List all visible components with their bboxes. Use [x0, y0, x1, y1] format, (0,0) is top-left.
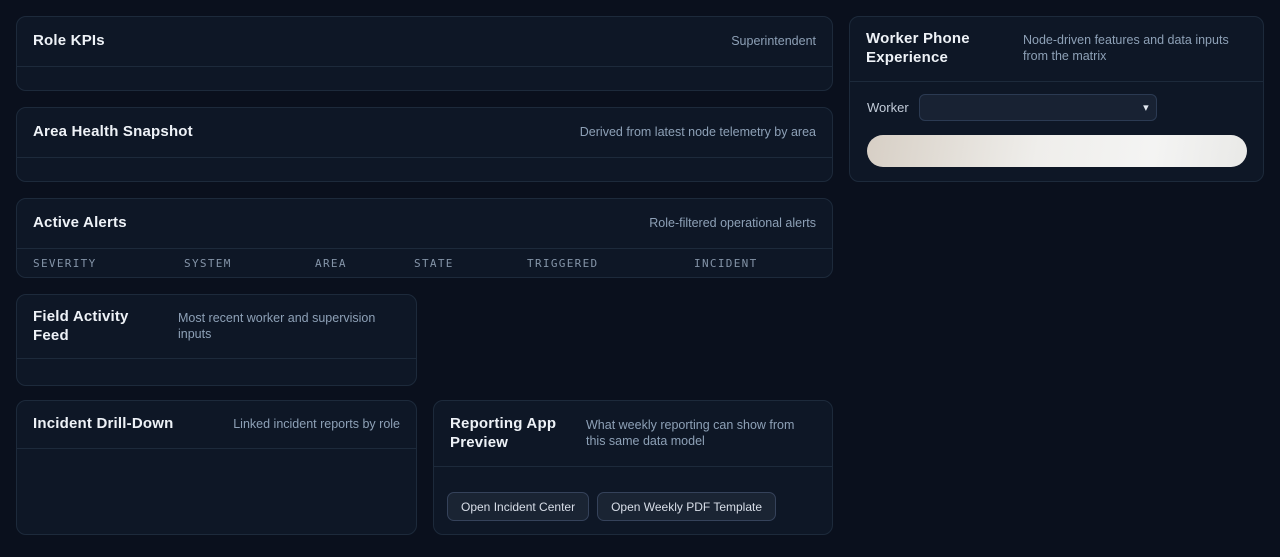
reporting-preview-card: Reporting App Preview What weekly report… [433, 400, 833, 535]
alerts-table-header-row: SEVERITY SYSTEM AREA STATE TRIGGERED INC… [17, 249, 832, 278]
role-kpis-card: Role KPIs Superintendent [16, 16, 833, 91]
worker-select-control[interactable] [918, 94, 1157, 121]
field-activity-header: Field Activity Feed Most recent worker a… [17, 295, 416, 359]
worker-phone-subtitle: Node-driven features and data inputs fro… [1023, 33, 1229, 63]
area-health-title: Area Health Snapshot [33, 123, 193, 141]
field-activity-subtitle: Most recent worker and supervision input… [178, 310, 376, 341]
active-alerts-header: Active Alerts Role-filtered operational … [17, 199, 832, 249]
incident-drilldown-title: Incident Drill-Down [33, 415, 174, 433]
reporting-preview-title: Reporting App Preview [450, 414, 557, 451]
active-alerts-card: Active Alerts Role-filtered operational … [16, 198, 833, 278]
worker-select[interactable]: ▾ [918, 94, 1157, 121]
reporting-preview-header: Reporting App Preview What weekly report… [434, 401, 832, 467]
active-alerts-subtitle: Role-filtered operational alerts [649, 215, 816, 230]
active-alerts-title: Active Alerts [33, 214, 127, 232]
alerts-column-system: SYSTEM [184, 257, 232, 270]
open-incident-center-button[interactable]: Open Incident Center [447, 492, 590, 521]
phone-screen-placeholder [867, 135, 1247, 167]
field-activity-card: Field Activity Feed Most recent worker a… [16, 294, 417, 386]
role-kpis-header: Role KPIs Superintendent [17, 17, 832, 67]
worker-phone-title: Worker Phone Experience [866, 30, 970, 66]
alerts-column-area: AREA [315, 257, 347, 270]
open-weekly-pdf-template-button[interactable]: Open Weekly PDF Template [597, 492, 777, 521]
worker-phone-header: Worker Phone Experience Node-driven feat… [850, 17, 1263, 82]
worker-phone-card: Worker Phone Experience Node-driven feat… [849, 16, 1264, 182]
field-activity-title: Field Activity Feed [33, 307, 129, 344]
incident-drilldown-header: Incident Drill-Down Linked incident repo… [17, 401, 416, 449]
worker-select-row: Worker ▾ [867, 94, 1246, 121]
reporting-preview-body: Open Incident Center Open Weekly PDF Tem… [434, 467, 832, 521]
alerts-column-state: STATE [414, 257, 454, 270]
role-kpis-role-badge: Superintendent [731, 33, 816, 48]
role-kpis-title: Role KPIs [33, 32, 105, 50]
alerts-column-severity: SEVERITY [33, 257, 97, 270]
dashboard-page: Role KPIs Superintendent Area Health Sna… [0, 0, 1280, 557]
worker-phone-body: Worker ▾ [850, 82, 1263, 167]
area-health-card: Area Health Snapshot Derived from latest… [16, 107, 833, 182]
reporting-preview-subtitle: What weekly reporting can show from this… [586, 417, 795, 448]
alerts-column-triggered: TRIGGERED [527, 257, 599, 270]
incident-drilldown-subtitle: Linked incident reports by role [233, 416, 400, 431]
incident-drilldown-card: Incident Drill-Down Linked incident repo… [16, 400, 417, 535]
area-health-header: Area Health Snapshot Derived from latest… [17, 108, 832, 158]
alerts-column-incident: INCIDENT [694, 257, 758, 270]
area-health-subtitle: Derived from latest node telemetry by ar… [579, 124, 816, 139]
worker-select-label: Worker [867, 100, 909, 115]
